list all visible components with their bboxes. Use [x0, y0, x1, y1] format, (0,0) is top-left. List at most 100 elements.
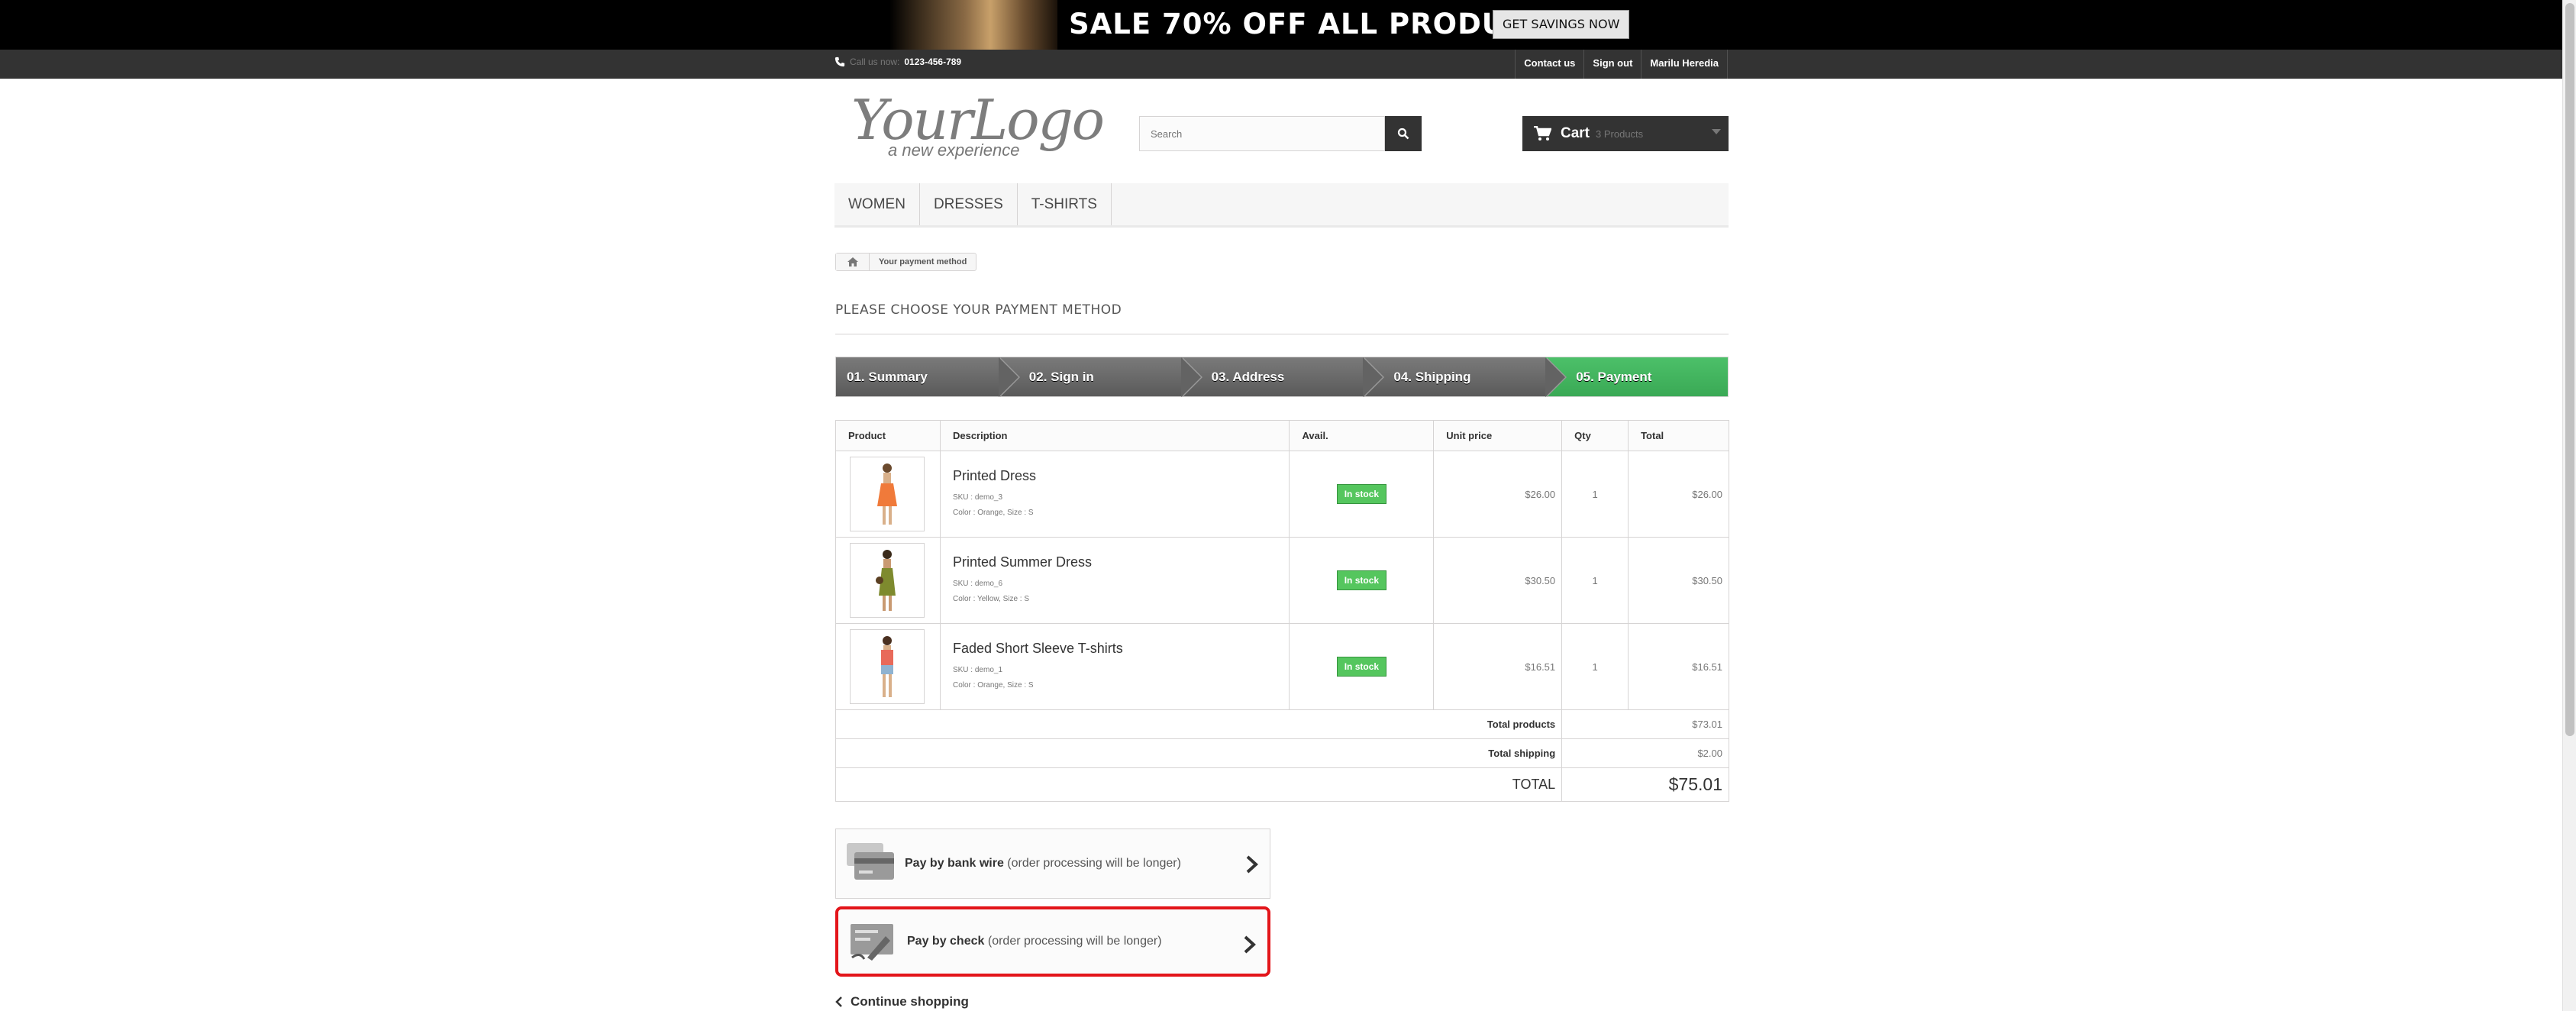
- phone-icon: [834, 57, 845, 67]
- check-label: Pay by check: [907, 935, 985, 948]
- contact-us-link[interactable]: Contact us: [1515, 50, 1583, 79]
- step-sign-in[interactable]: 02. Sign in: [998, 357, 1202, 397]
- total-products-label: Total products: [834, 709, 1563, 739]
- line-total: $26.00: [1628, 451, 1729, 538]
- grand-total-label: TOTAL: [834, 767, 1563, 802]
- stock-badge: In stock: [1336, 657, 1387, 677]
- pay-bank-wire-option[interactable]: Pay by bank wire (order processing will …: [835, 829, 1270, 899]
- total-shipping-value: $2.00: [1561, 738, 1729, 768]
- table-row: Printed Dress SKU : demo_3 Color : Orange,…: [835, 451, 1729, 538]
- account-link[interactable]: Marilu Heredia: [1641, 50, 1728, 79]
- step-shipping[interactable]: 04. Shipping: [1363, 357, 1567, 397]
- product-attributes[interactable]: Color : Orange, Size : S: [953, 678, 1290, 693]
- vertical-scrollbar[interactable]: [2562, 0, 2576, 1011]
- total-products-value: $73.01: [1561, 709, 1729, 739]
- product-sku: SKU : demo_3: [952, 493, 1003, 502]
- check-note: (order processing will be longer): [987, 935, 1162, 948]
- check-icon: [838, 906, 907, 977]
- step-label: 01. Summary: [847, 369, 928, 384]
- step-summary[interactable]: 01. Summary: [836, 357, 1020, 397]
- banner-photo: [889, 0, 1057, 50]
- product-name[interactable]: Printed Dress: [953, 468, 1290, 484]
- product-name[interactable]: Faded Short Sleeve T-shirts: [953, 641, 1290, 657]
- bank-wire-label: Pay by bank wire: [905, 857, 1004, 870]
- product-sku: SKU : demo_6: [952, 579, 1003, 588]
- total-products-row: Total products $73.01: [834, 709, 1729, 739]
- sign-out-link[interactable]: Sign out: [1583, 50, 1641, 79]
- page-title: PLEASE CHOOSE YOUR PAYMENT METHOD: [835, 302, 1729, 334]
- menu-item-dresses[interactable]: DRESSES: [920, 183, 1018, 225]
- cart-count: 3 Products: [1596, 128, 1644, 140]
- step-label: 04. Shipping: [1393, 369, 1471, 384]
- get-savings-button[interactable]: GET SAVINGS NOW: [1493, 10, 1630, 39]
- quantity: 1: [1561, 537, 1629, 624]
- home-link[interactable]: [836, 254, 870, 270]
- quantity: 1: [1561, 623, 1629, 710]
- product-name[interactable]: Printed Summer Dress: [953, 554, 1290, 570]
- step-label: 03. Address: [1211, 369, 1285, 384]
- main-menu: WOMEN DRESSES T-SHIRTS: [834, 183, 1729, 228]
- unit-price: $16.51: [1433, 623, 1563, 710]
- logo-tagline: a new experience: [888, 141, 1020, 160]
- site-logo[interactable]: YourLogo a new experience: [851, 90, 1105, 163]
- table-header-row: Product Description Avail. Unit price Qt…: [835, 420, 1729, 451]
- table-row: Printed Summer Dress SKU : demo_6 Color : …: [835, 537, 1729, 624]
- search-input[interactable]: [1139, 116, 1385, 151]
- product-image[interactable]: [850, 457, 925, 531]
- chevron-right-icon: [1244, 935, 1256, 954]
- grand-total-value: $75.01: [1561, 767, 1729, 802]
- scrollbar-thumb[interactable]: [2565, 3, 2574, 736]
- bank-card-icon: [836, 829, 905, 899]
- line-total: $30.50: [1628, 537, 1729, 624]
- search-icon: [1397, 128, 1409, 140]
- page: SALE 70% OFF ALL PRODUCTS GET SAVINGS NO…: [0, 0, 2562, 1011]
- step-payment: 05. Payment: [1545, 357, 1728, 396]
- breadcrumb: Your payment method: [835, 253, 977, 271]
- bank-wire-note: (order processing will be longer): [1007, 857, 1181, 870]
- checkout-steps: 01. Summary 02. Sign in 03. Address 04. …: [835, 357, 1729, 397]
- top-nav-bar: Call us now: 0123-456-789 Contact us Sig…: [0, 50, 2562, 79]
- call-us: Call us now: 0123-456-789: [834, 57, 961, 67]
- product-attributes[interactable]: Color : Yellow, Size : S: [953, 592, 1290, 607]
- chevron-down-icon: [1712, 129, 1721, 134]
- search-button[interactable]: [1385, 116, 1422, 151]
- unit-price: $30.50: [1433, 537, 1563, 624]
- menu-item-women[interactable]: WOMEN: [834, 183, 920, 225]
- stock-badge: In stock: [1336, 484, 1387, 504]
- step-label: 05. Payment: [1576, 369, 1652, 384]
- cart-icon: [1534, 126, 1551, 141]
- col-header: Total: [1628, 420, 1729, 451]
- col-header: Qty: [1561, 420, 1629, 451]
- col-header: Product: [835, 420, 941, 451]
- menu-item-tshirts[interactable]: T-SHIRTS: [1018, 183, 1112, 225]
- home-icon: [847, 257, 858, 266]
- unit-price: $26.00: [1433, 451, 1563, 538]
- col-header: Unit price: [1433, 420, 1563, 451]
- step-label: 02. Sign in: [1028, 369, 1094, 384]
- col-header: Avail.: [1289, 420, 1435, 451]
- total-shipping-label: Total shipping: [834, 738, 1563, 768]
- chevron-left-icon: [835, 996, 842, 1007]
- user-links: Contact us Sign out Marilu Heredia: [1515, 50, 1728, 79]
- cart-dropdown[interactable]: Cart 3 Products: [1522, 116, 1729, 151]
- search-bar: [1139, 116, 1422, 151]
- col-header: Description: [939, 420, 1290, 451]
- call-label: Call us now:: [850, 57, 900, 67]
- phone-number: 0123-456-789: [904, 57, 962, 67]
- product-image[interactable]: [850, 543, 925, 618]
- pay-by-check-option[interactable]: Pay by check (order processing will be l…: [835, 906, 1270, 977]
- product-attributes[interactable]: Color : Orange, Size : S: [953, 506, 1290, 521]
- stock-badge: In stock: [1336, 570, 1387, 590]
- promo-banner[interactable]: SALE 70% OFF ALL PRODUCTS GET SAVINGS NO…: [0, 0, 2562, 50]
- chevron-right-icon: [1246, 855, 1258, 874]
- table-row: Faded Short Sleeve T-shirts SKU : demo_1 C…: [835, 623, 1729, 710]
- grand-total-row: TOTAL $75.01: [834, 767, 1729, 802]
- continue-shopping-label: Continue shopping: [851, 994, 969, 1009]
- step-address[interactable]: 03. Address: [1180, 357, 1385, 397]
- line-total: $16.51: [1628, 623, 1729, 710]
- order-summary-table: Product Description Avail. Unit price Qt…: [834, 420, 1729, 802]
- product-image[interactable]: [850, 629, 925, 704]
- continue-shopping-link[interactable]: Continue shopping: [835, 994, 969, 1009]
- total-shipping-row: Total shipping $2.00: [834, 738, 1729, 768]
- product-sku: SKU : demo_1: [952, 665, 1003, 674]
